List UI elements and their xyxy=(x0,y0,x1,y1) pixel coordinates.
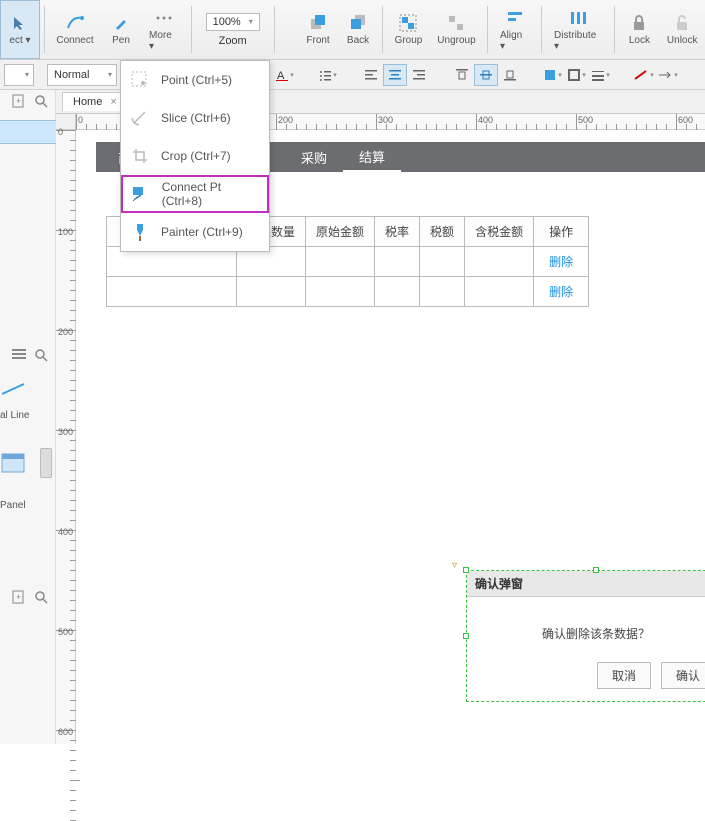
front-button[interactable]: Front xyxy=(298,0,338,59)
fill-color-button[interactable] xyxy=(541,64,565,86)
search-icon[interactable] xyxy=(34,94,48,108)
menu-item-point[interactable]: Point (Ctrl+5) xyxy=(121,61,269,99)
select-tool-button[interactable]: ect ▾ xyxy=(0,0,40,59)
close-tab-icon[interactable]: × xyxy=(110,96,116,108)
delete-link[interactable]: 删除 xyxy=(549,285,573,299)
send-back-icon xyxy=(348,13,368,33)
slice-tool-icon xyxy=(129,107,151,129)
group-button[interactable]: Group xyxy=(387,0,430,59)
cancel-button[interactable]: 取消 xyxy=(597,662,651,689)
widget-thumb-panel[interactable] xyxy=(0,450,28,478)
menu-item-connect-pt[interactable]: Connect Pt (Ctrl+8) xyxy=(121,175,269,213)
widget-thumb-line[interactable] xyxy=(0,380,30,400)
cursor-icon xyxy=(10,13,30,33)
pen-tool-button[interactable]: Pen xyxy=(101,0,141,59)
search-icon[interactable] xyxy=(34,348,48,362)
pen-icon xyxy=(111,13,131,33)
vertical-ruler[interactable]: 0100200300400500600 xyxy=(56,130,76,744)
align-right-button[interactable] xyxy=(407,64,431,86)
svg-text:+: + xyxy=(16,96,21,106)
align-icon xyxy=(505,8,525,28)
table-header: 含税金额 xyxy=(465,217,534,247)
align-center-button[interactable] xyxy=(383,64,407,86)
svg-text:+: + xyxy=(16,592,21,602)
dialog-footer: 取消 确认 xyxy=(467,662,705,701)
bring-front-icon xyxy=(308,13,328,33)
table-header: 税额 xyxy=(420,217,465,247)
ungroup-button[interactable]: Ungroup xyxy=(430,0,483,59)
painter-tool-icon xyxy=(129,221,151,243)
guide-marker-icon: ▿ xyxy=(452,560,457,571)
add-page-icon[interactable]: + xyxy=(12,94,26,108)
connect-icon xyxy=(65,13,85,33)
align-left-button[interactable] xyxy=(359,64,383,86)
style-toolbar: Normal A xyxy=(0,60,705,90)
panel-scrollbar[interactable] xyxy=(40,448,52,478)
table-header: 税率 xyxy=(375,217,420,247)
unlock-icon xyxy=(672,13,692,33)
lock-icon xyxy=(629,13,649,33)
connect-tool-button[interactable]: Connect xyxy=(49,0,101,59)
delete-link[interactable]: 删除 xyxy=(549,255,573,269)
valign-bottom-button[interactable] xyxy=(498,64,522,86)
border-color-button[interactable] xyxy=(565,64,589,86)
menu-item-painter[interactable]: Painter (Ctrl+9) xyxy=(121,213,269,251)
dialog-title: 确认弹窗 xyxy=(467,571,705,597)
menu-item-crop[interactable]: Crop (Ctrl+7) xyxy=(121,137,269,175)
crop-tool-icon xyxy=(129,145,151,167)
distribute-button[interactable]: Distribute ▾ xyxy=(546,0,610,59)
more-tool-button[interactable]: More ▾ xyxy=(141,0,187,59)
font-family-select[interactable] xyxy=(4,64,34,86)
dialog-body: 确认删除该条数据？ xyxy=(467,597,705,662)
left-panel: + al Line Panel + xyxy=(0,90,56,744)
arrow-style-button[interactable] xyxy=(656,64,680,86)
unlock-button[interactable]: Unlock xyxy=(659,0,705,59)
connect-pt-icon xyxy=(131,183,152,205)
line-width-button[interactable] xyxy=(589,64,613,86)
zoom-group: 100% Zoom xyxy=(196,0,270,59)
selection-handle[interactable] xyxy=(463,633,469,639)
distribute-icon xyxy=(568,8,588,28)
point-tool-icon xyxy=(129,69,151,91)
zoom-select[interactable]: 100% xyxy=(206,13,260,31)
nav-item[interactable]: 采购 xyxy=(285,142,343,172)
zoom-label: Zoom xyxy=(219,35,247,47)
svg-text:A: A xyxy=(277,70,285,81)
lock-button[interactable]: Lock xyxy=(619,0,659,59)
widget-label-panel: Panel xyxy=(0,500,26,511)
valign-top-button[interactable] xyxy=(450,64,474,86)
table-header: 操作 xyxy=(534,217,589,247)
page-thumbnail-selected[interactable] xyxy=(0,120,56,144)
top-toolbar: ect ▾ Connect Pen More ▾ 100% Zoom Front… xyxy=(0,0,705,60)
selection-handle[interactable] xyxy=(593,567,599,573)
group-icon xyxy=(398,13,418,33)
valign-middle-button[interactable] xyxy=(474,64,498,86)
page-tab-home[interactable]: Home × xyxy=(62,92,128,111)
search-icon[interactable] xyxy=(34,590,48,604)
table-row: 删除 xyxy=(107,277,589,307)
dialog-widget-selected[interactable]: 确认弹窗 确认删除该条数据？ 取消 确认 xyxy=(466,570,705,702)
align-button[interactable]: Align ▾ xyxy=(492,0,537,59)
menu-item-slice[interactable]: Slice (Ctrl+6) xyxy=(121,99,269,137)
nav-item-active[interactable]: 结算 xyxy=(343,142,401,172)
ungroup-icon xyxy=(446,13,466,33)
bullet-list-button[interactable] xyxy=(316,64,340,86)
ok-button[interactable]: 确认 xyxy=(661,662,705,689)
font-color-button[interactable]: A xyxy=(273,64,297,86)
widget-label-line: al Line xyxy=(0,410,29,421)
dots-icon xyxy=(154,8,174,28)
style-select[interactable]: Normal xyxy=(47,64,117,86)
selection-handle[interactable] xyxy=(463,567,469,573)
more-tools-menu: Point (Ctrl+5) Slice (Ctrl+6) Crop (Ctrl… xyxy=(120,60,270,252)
outline-toggle-icon[interactable] xyxy=(12,348,26,360)
back-button[interactable]: Back xyxy=(338,0,378,59)
table-header: 原始金额 xyxy=(306,217,375,247)
line-color-button[interactable] xyxy=(632,64,656,86)
masters-toggle-icon[interactable]: + xyxy=(12,590,26,604)
